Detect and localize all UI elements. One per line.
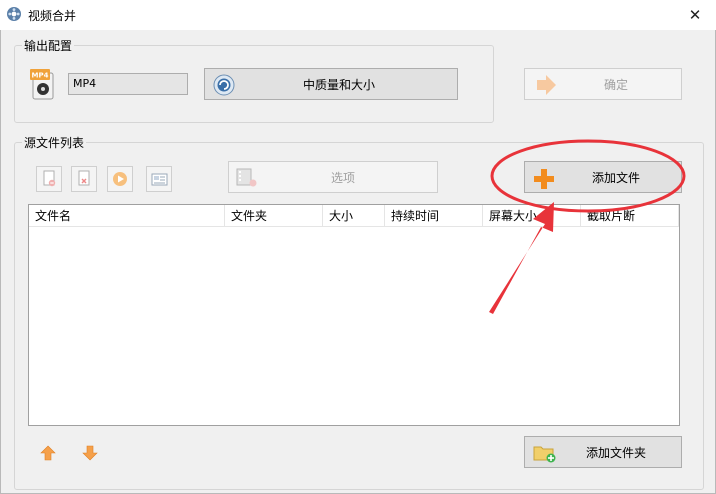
format-select-value: MP4 (73, 77, 97, 90)
column-header-folder[interactable]: 文件夹 (225, 205, 323, 227)
add-file-button[interactable]: 添加文件 (524, 161, 682, 193)
remove-file-icon (43, 170, 56, 187)
format-badge-text: MP4 (32, 72, 49, 80)
add-folder-label: 添加文件夹 (585, 445, 646, 460)
format-select[interactable]: MP4 (68, 73, 188, 95)
column-header-screen-size[interactable]: 屏幕大小 (483, 205, 581, 227)
confirm-button[interactable]: 确定 (524, 68, 682, 100)
source-files-label: 源文件列表 (22, 134, 87, 151)
options-label: 选项 (330, 170, 355, 185)
add-file-label: 添加文件 (591, 170, 640, 185)
arrow-up-icon (40, 445, 56, 461)
quality-gear-icon (213, 74, 235, 96)
move-down-button[interactable] (81, 444, 99, 462)
output-config-label: 输出配置 (22, 37, 75, 54)
column-header-clip[interactable]: 截取片断 (581, 205, 679, 227)
film-options-icon (235, 167, 259, 189)
quality-label: 中质量和大小 (302, 77, 375, 92)
play-icon (113, 172, 127, 186)
confirm-arrow-icon (535, 75, 557, 95)
title-bar[interactable] (0, 0, 716, 30)
clear-list-icon (78, 170, 90, 186)
options-button[interactable]: 选项 (228, 161, 438, 193)
source-file-list[interactable]: 文件名 文件夹 大小 持续时间 屏幕大小 截取片断 (28, 204, 680, 426)
move-up-button[interactable] (39, 444, 57, 462)
info-button[interactable] (146, 166, 172, 192)
video-merge-icon (6, 6, 22, 22)
remove-file-button[interactable] (36, 166, 62, 192)
play-button[interactable] (107, 166, 133, 192)
plus-icon (533, 168, 555, 190)
mp4-file-icon: MP4 (30, 69, 58, 101)
close-button[interactable]: ✕ (680, 4, 710, 26)
quality-button[interactable]: 中质量和大小 (204, 68, 458, 100)
column-header-size[interactable]: 大小 (323, 205, 385, 227)
clear-list-button[interactable] (71, 166, 97, 192)
info-card-icon (151, 173, 168, 186)
column-header-filename[interactable]: 文件名 (29, 205, 225, 227)
window-title: 视频合并 (28, 9, 77, 23)
confirm-label: 确定 (603, 77, 628, 92)
column-header-duration[interactable]: 持续时间 (385, 205, 483, 227)
add-folder-button[interactable]: 添加文件夹 (524, 436, 682, 468)
arrow-down-icon (82, 445, 98, 461)
folder-add-icon (533, 442, 557, 464)
